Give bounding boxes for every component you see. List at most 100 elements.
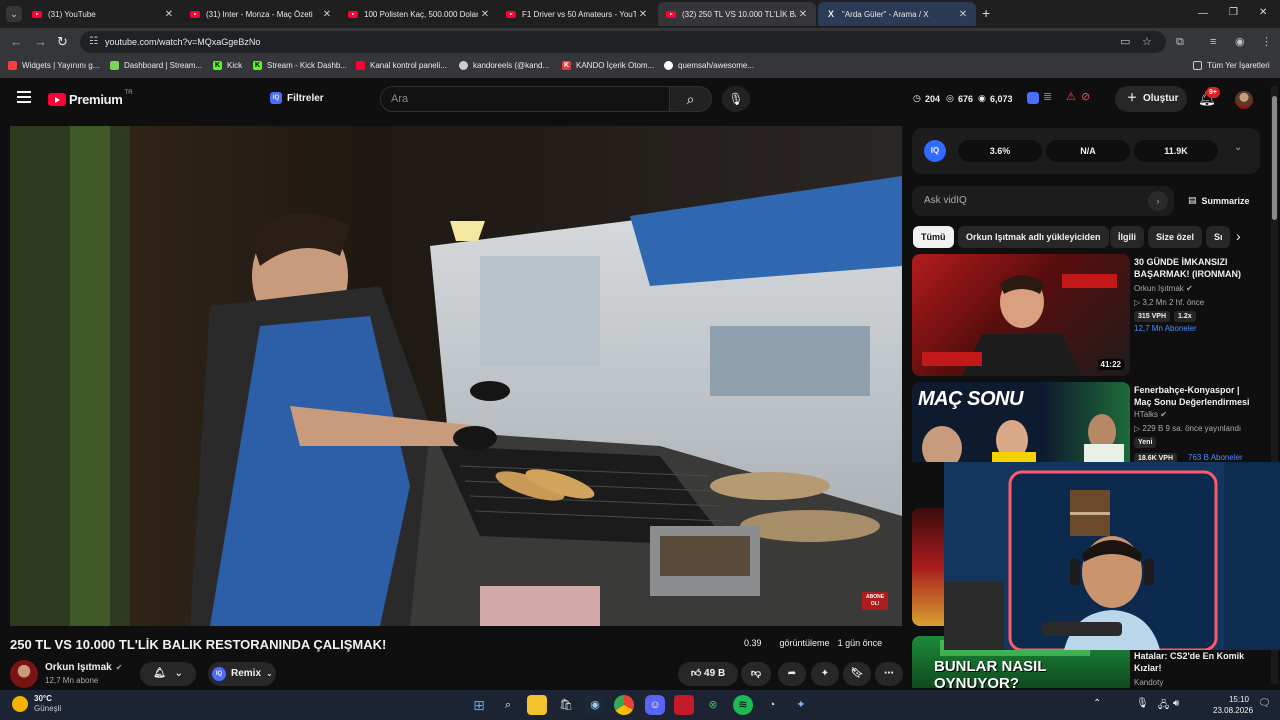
share-button[interactable]: ➦ (778, 662, 806, 686)
more-actions-button[interactable]: ⋯ (875, 662, 903, 686)
recommendation-title[interactable]: Hatalar: CS2'de En Komik Kızlar! (1134, 650, 1258, 674)
bookmark-kick[interactable]: K Kick (213, 61, 242, 70)
recommendation-channel[interactable]: Orkun Işıtmak ✔ (1134, 284, 1193, 293)
tab-list-button[interactable]: ⌄ (6, 6, 22, 22)
site-info-icon[interactable]: ☷ (89, 36, 98, 47)
chip-all[interactable]: Tümü (913, 226, 954, 248)
tray-volume-icon[interactable]: 🔊︎ (1173, 698, 1179, 709)
start-icon[interactable]: ⊞ (469, 695, 489, 715)
close-icon[interactable]: ✕ (478, 9, 492, 20)
notification-center-icon[interactable]: 🗨︎ (1258, 698, 1271, 709)
subscribe-overlay-tag[interactable]: ABONE OL! (862, 592, 888, 610)
vidiq-ext-icon[interactable] (1027, 92, 1039, 104)
steam-icon[interactable]: ◉ (585, 695, 605, 715)
recommendation-item[interactable]: MAÇ SONU Fenerbahçe-Konyaspor | Maç Sonu… (912, 382, 1260, 464)
like-button[interactable]: 👍︎ 49 B (678, 662, 738, 686)
dislike-button[interactable]: 👎︎ (741, 662, 771, 686)
chip-for-you[interactable]: Size özel (1148, 226, 1203, 248)
reading-list-icon[interactable]: ≡ (1210, 34, 1216, 50)
create-button[interactable]: ＋ Oluştur (1115, 86, 1187, 112)
file-explorer-icon[interactable] (527, 695, 547, 715)
close-icon[interactable]: ✕ (956, 9, 970, 20)
tab-current-video[interactable]: (32) 250 TL VS 10.000 TL'LİK BA ✕ (658, 2, 816, 26)
chip-more[interactable]: Sı (1206, 226, 1230, 248)
list-icon[interactable]: ≣ (1043, 90, 1052, 103)
bookmark-kanal-kontrol[interactable]: Kanal kontrol paneli... (356, 61, 447, 70)
clock-area[interactable]: 15:10 23.08.2026 (1213, 694, 1253, 716)
chevron-down-icon[interactable]: ⌄ (1234, 142, 1242, 153)
ask-vidiq-input[interactable]: Ask vidIQ › (912, 186, 1174, 216)
recommendation-channel[interactable]: HTalks ✔ (1134, 410, 1167, 419)
new-tab-button[interactable]: + (982, 6, 990, 20)
obs-icon[interactable]: ◔ (762, 695, 782, 715)
reload-icon[interactable]: ↻ (57, 34, 68, 50)
weather-widget[interactable]: 30°C Güneşli (12, 694, 61, 714)
ask-button[interactable]: ✦ (811, 662, 839, 686)
recommendation-thumbnail[interactable]: MAÇ SONU (912, 382, 1130, 462)
bookmark-star-icon[interactable]: ☆ (1142, 34, 1152, 50)
channel-name[interactable]: Orkun Işıtmak ✔ (45, 662, 122, 673)
search-input[interactable]: Ara (380, 86, 670, 112)
app-red-icon[interactable] (674, 695, 694, 715)
close-icon[interactable]: ✕ (320, 9, 334, 20)
summarize-button[interactable]: ▤ Summarize (1188, 195, 1250, 206)
close-icon[interactable]: ✕ (796, 9, 810, 20)
bookmark-github[interactable]: quemsah/awesome... (664, 61, 754, 70)
bookmark-dashboard[interactable]: Dashboard | Stream... (110, 61, 202, 70)
profile-icon[interactable]: ◉ (1235, 34, 1245, 50)
minimize-icon[interactable]: — (1198, 8, 1208, 19)
recommendation-thumbnail[interactable]: 41:22 (912, 254, 1130, 376)
recommendation-channel[interactable]: Kandoty (1134, 678, 1163, 687)
tray-chevron-up-icon[interactable]: ⌃ (1093, 698, 1101, 709)
forward-arrow-icon[interactable]: → (34, 34, 47, 50)
chevron-right-icon[interactable]: › (1236, 228, 1241, 244)
extensions-icon[interactable]: ⧉ (1176, 34, 1184, 50)
subscribed-bell-button[interactable]: 🔔︎ ⌄ (140, 662, 196, 686)
xbox-icon[interactable]: ⊗ (703, 695, 723, 715)
tray-network-icon[interactable]: 🖧 (1158, 698, 1169, 715)
send-arrow-icon[interactable]: › (1148, 191, 1168, 211)
tab-youtube-home[interactable]: (31) YouTube ✕ (24, 2, 182, 26)
tab-inter-monza[interactable]: (31) Inter - Monza - Maç Özeti ✕ (182, 2, 340, 26)
alert-icon[interactable]: ⚠ (1066, 90, 1076, 103)
close-icon[interactable]: ✕ (162, 9, 176, 20)
bookmark-widgets[interactable]: Widgets | Yayınını g... (8, 61, 99, 70)
discord-icon[interactable]: ☺ (645, 695, 665, 715)
tab-100-polisten[interactable]: 100 Polisten Kaç, 500.000 Dolar ✕ (340, 2, 498, 26)
remix-button[interactable]: IQ Remix ⌄ (208, 662, 276, 686)
chip-related[interactable]: İlgili (1110, 226, 1144, 248)
tab-x-search[interactable]: X "Arda Güler" - Arama / X ✕ (818, 2, 976, 26)
search-icon[interactable]: ⌕ (498, 695, 518, 715)
close-icon[interactable]: ✕ (636, 9, 650, 20)
menu-dots-icon[interactable]: ⋮ (1261, 34, 1272, 50)
video-player[interactable]: ABONE OL! (10, 126, 902, 626)
spotify-icon[interactable]: ≋ (733, 695, 753, 715)
microphone-icon[interactable]: 🎙 (722, 86, 750, 112)
all-bookmarks-folder[interactable]: Tüm Yer İşaretleri (1193, 61, 1270, 70)
channel-avatar[interactable] (10, 660, 38, 688)
chip-from-uploader[interactable]: Orkun Işıtmak adlı yükleyiciden (958, 226, 1109, 248)
recommendation-item[interactable]: 41:22 30 GÜNDE İMKANSIZI BAŞARMAK! (IRON… (912, 254, 1260, 376)
avatar[interactable] (1235, 91, 1253, 109)
bookmark-kick-dashboard[interactable]: K Stream - Kick Dashb... (253, 61, 347, 70)
app-blue-icon[interactable]: ✦ (791, 695, 811, 715)
tray-mic-icon[interactable]: 🎙︎ (1136, 698, 1149, 709)
bookmark-kandoreels[interactable]: kandoreels (@kand... (459, 61, 549, 70)
address-bar[interactable]: ☷ youtube.com/watch?v=MQxaGgeBzNo (80, 31, 1166, 53)
search-icon[interactable]: ⌕ (670, 86, 712, 112)
close-window-icon[interactable]: ✕ (1259, 7, 1267, 18)
recommendation-title[interactable]: Fenerbahçe-Konyaspor | Maç Sonu Değerlen… (1134, 384, 1258, 408)
maximize-icon[interactable]: ❐ (1229, 7, 1238, 18)
filters-button[interactable]: IQ Filtreler (270, 92, 324, 104)
youtube-logo[interactable]: Premium TR (48, 90, 133, 107)
recommendation-thumbnail[interactable] (912, 508, 944, 626)
tab-f1-driver[interactable]: F1 Driver vs 50 Amateurs - YouT ✕ (498, 2, 656, 26)
scrollbar-thumb[interactable] (1272, 96, 1277, 220)
bell-off-icon[interactable]: ⊘ (1081, 90, 1090, 103)
cast-icon[interactable]: ▭ (1120, 34, 1130, 50)
bookmark-kando-icerik[interactable]: K KANDO İçerik Otom... (562, 61, 654, 70)
chrome-icon[interactable] (614, 695, 634, 715)
store-icon[interactable]: 🛍︎ (556, 695, 576, 715)
back-arrow-icon[interactable]: ← (10, 34, 23, 50)
save-button[interactable]: 🔖︎ (843, 662, 871, 686)
